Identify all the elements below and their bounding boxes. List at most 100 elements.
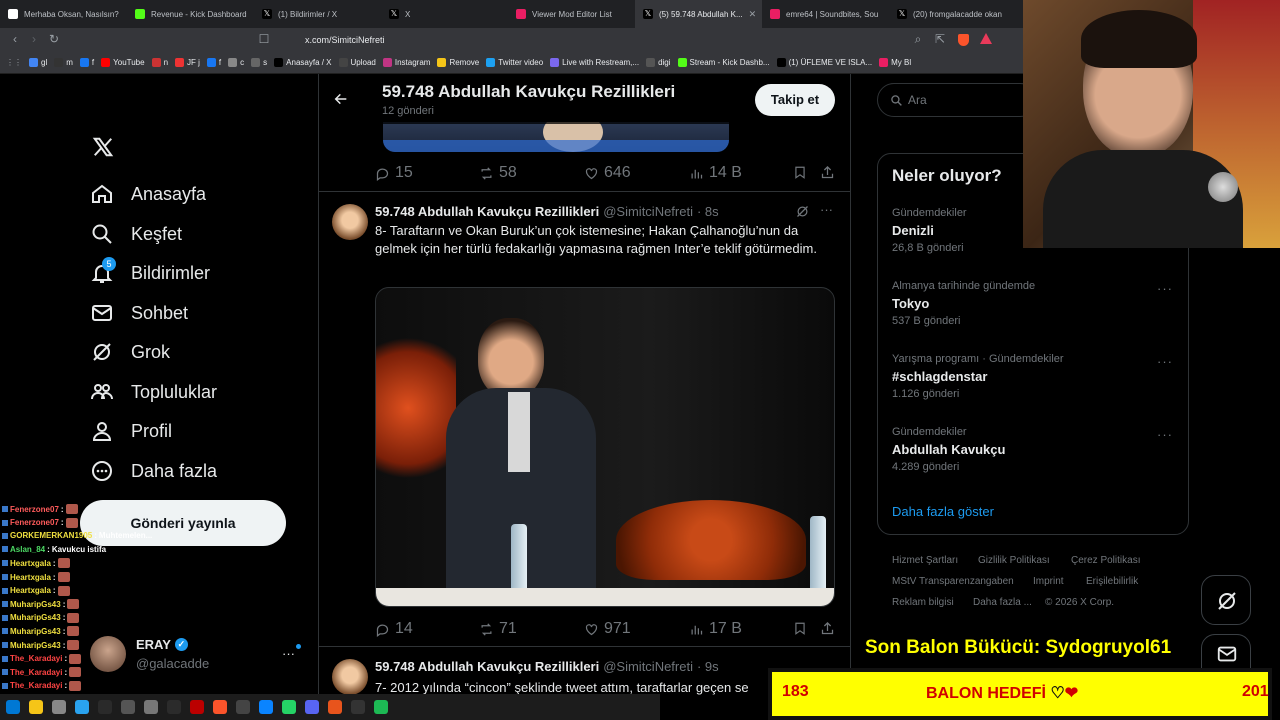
taskbar-app-icon[interactable]: [167, 700, 181, 714]
bookmark-icon[interactable]: [793, 165, 807, 180]
x-logo-icon[interactable]: [92, 136, 114, 158]
nav-home[interactable]: Anasayfa: [90, 182, 206, 206]
tweet[interactable]: 59.748 Abdullah Kavukçu Rezillikleri @Si…: [319, 192, 850, 644]
browser-tab[interactable]: 𝕏X: [381, 0, 508, 28]
nav-grok[interactable]: Grok: [90, 340, 170, 364]
nav-communities[interactable]: Topluluklar: [90, 380, 217, 404]
taskbar-app-icon[interactable]: [75, 700, 89, 714]
taskbar-app-icon[interactable]: [29, 700, 43, 714]
like-button[interactable]: 971: [584, 620, 631, 638]
back-icon[interactable]: ‹: [5, 32, 25, 46]
bookmark-item[interactable]: c: [228, 58, 244, 67]
trend-more-icon[interactable]: ···: [1157, 354, 1173, 369]
trend-item[interactable]: Yarışma programı · Gündemdekiler #schlag…: [892, 353, 1064, 400]
bookmark-item[interactable]: Instagram: [382, 58, 430, 67]
footer-mstv[interactable]: MStV Transparenzangaben: [892, 576, 1014, 587]
taskbar-app-icon[interactable]: [190, 700, 204, 714]
tweet-avatar[interactable]: [332, 204, 368, 240]
bookmark-item[interactable]: s: [251, 58, 267, 67]
trend-item[interactable]: Almanya tarihinde gündemde Tokyo 537 B g…: [892, 280, 1035, 327]
taskbar-app-icon[interactable]: [259, 700, 273, 714]
prev-repost-button[interactable]: 58: [479, 164, 517, 182]
tweet-author-name[interactable]: 59.748 Abdullah Kavukçu Rezillikleri: [375, 204, 599, 219]
browser-tab[interactable]: 𝕏 (5) 59.748 Abdullah K... ✕: [635, 0, 762, 28]
trend-more-icon[interactable]: ···: [1157, 427, 1173, 442]
footer-more[interactable]: Daha fazla ...: [973, 597, 1032, 608]
bookmark-item[interactable]: (1) ÜFLEME VE ISLA...: [776, 58, 872, 67]
taskbar-app-icon[interactable]: [351, 700, 365, 714]
tweet-media[interactable]: [375, 287, 835, 607]
browser-tab[interactable]: Merhaba Oksan, Nasılsın?: [0, 0, 127, 28]
taskbar-app-icon[interactable]: [213, 700, 227, 714]
reply-button[interactable]: 14: [375, 620, 413, 638]
bookmark-star-icon[interactable]: ☐: [254, 32, 274, 46]
bookmark-item[interactable]: Upload: [338, 58, 376, 67]
account-more-icon[interactable]: ···: [282, 646, 295, 661]
trend-item[interactable]: Gündemdekiler Denizli 26,8 B gönderi: [892, 207, 967, 254]
trend-item[interactable]: Gündemdekiler Abdullah Kavukçu 4.289 gön…: [892, 426, 1005, 473]
bookmark-item[interactable]: m: [54, 58, 73, 67]
grok-floating-button[interactable]: [1201, 575, 1251, 625]
address-bar[interactable]: x.com/SimitciNefreti: [283, 32, 1003, 48]
bookmark-item[interactable]: Stream - Kick Dashb...: [677, 58, 770, 67]
browser-tab[interactable]: Viewer Mod Editor List: [508, 0, 635, 28]
tweet-author-name[interactable]: 59.748 Abdullah Kavukçu Rezillikleri: [375, 659, 599, 674]
account-switcher[interactable]: ERAY ✓ @galacadde ···: [90, 634, 301, 678]
prev-views-button[interactable]: 14 B: [689, 164, 742, 182]
prev-reply-button[interactable]: 15: [375, 164, 413, 182]
taskbar-app-icon[interactable]: [52, 700, 66, 714]
close-tab-icon[interactable]: ✕: [749, 9, 757, 20]
bookmark-item[interactable]: digi: [646, 58, 671, 67]
tweet-avatar[interactable]: [332, 659, 368, 695]
grok-explain-icon[interactable]: [795, 204, 810, 219]
share-icon[interactable]: ⇱: [930, 32, 950, 46]
taskbar-app-icon[interactable]: [374, 700, 388, 714]
bookmark-item[interactable]: n: [151, 58, 168, 67]
follow-button[interactable]: Takip et: [755, 84, 835, 116]
bookmark-item[interactable]: Live with Restream,...: [550, 58, 639, 67]
taskbar-app-icon[interactable]: [305, 700, 319, 714]
bookmark-item[interactable]: Twitter video: [486, 58, 543, 67]
tweet-author-handle[interactable]: @SimitciNefreti: [603, 204, 693, 219]
reload-icon[interactable]: ↻: [44, 32, 64, 46]
footer-ads[interactable]: Reklam bilgisi: [892, 597, 954, 608]
bookmark-item[interactable]: f: [79, 58, 94, 67]
nav-profile[interactable]: Profil: [90, 419, 172, 443]
browser-tab[interactable]: 𝕏 (1) Bildirimler / X: [254, 0, 381, 28]
show-more-link[interactable]: Daha fazla göster: [892, 504, 994, 519]
bookmark-item[interactable]: JF j: [175, 58, 200, 67]
share-icon[interactable]: [820, 621, 835, 636]
bookmark-item[interactable]: YouTube: [101, 58, 145, 67]
taskbar-app-icon[interactable]: [6, 700, 20, 714]
forward-icon[interactable]: ›: [24, 32, 44, 46]
tweet-time[interactable]: · 9s: [697, 659, 719, 674]
message-floating-button[interactable]: [1201, 634, 1251, 672]
taskbar-app-icon[interactable]: [328, 700, 342, 714]
nav-notifications[interactable]: 5 Bildirimler: [90, 257, 210, 285]
browser-tab[interactable]: emre64 | Soundbites, Sou: [762, 0, 889, 28]
taskbar-app-icon[interactable]: [98, 700, 112, 714]
taskbar-app-icon[interactable]: [144, 700, 158, 714]
back-arrow-icon[interactable]: [333, 91, 349, 107]
trend-more-icon[interactable]: ···: [1157, 281, 1173, 296]
brave-shield-icon[interactable]: [958, 34, 969, 46]
tweet-author-handle[interactable]: @SimitciNefreti: [603, 659, 693, 674]
tweet-more-icon[interactable]: ···: [820, 202, 833, 217]
apps-grid-icon[interactable]: ⋮⋮: [6, 58, 22, 67]
bookmark-item[interactable]: f: [206, 58, 221, 67]
bookmark-item[interactable]: gl: [29, 58, 47, 67]
footer-accessibility[interactable]: Erişilebilirlik: [1086, 576, 1138, 587]
nav-explore[interactable]: Keşfet: [90, 222, 182, 246]
tweet-time[interactable]: · 8s: [697, 204, 719, 219]
footer-cookies[interactable]: Çerez Politikası: [1071, 555, 1140, 566]
brave-rewards-icon[interactable]: [980, 33, 992, 44]
browser-tab[interactable]: 𝕏 (20) fromgalacadde okan: [889, 0, 1016, 28]
search-box[interactable]: Ara: [877, 83, 1037, 117]
prev-like-button[interactable]: 646: [584, 164, 631, 182]
bookmark-item[interactable]: Anasayfa / X: [274, 58, 332, 67]
nav-more[interactable]: Daha fazla: [90, 459, 217, 483]
nav-messages[interactable]: Sohbet: [90, 301, 188, 325]
views-button[interactable]: 17 B: [689, 620, 742, 638]
bookmark-icon[interactable]: [793, 621, 807, 636]
share-icon[interactable]: [820, 165, 835, 180]
